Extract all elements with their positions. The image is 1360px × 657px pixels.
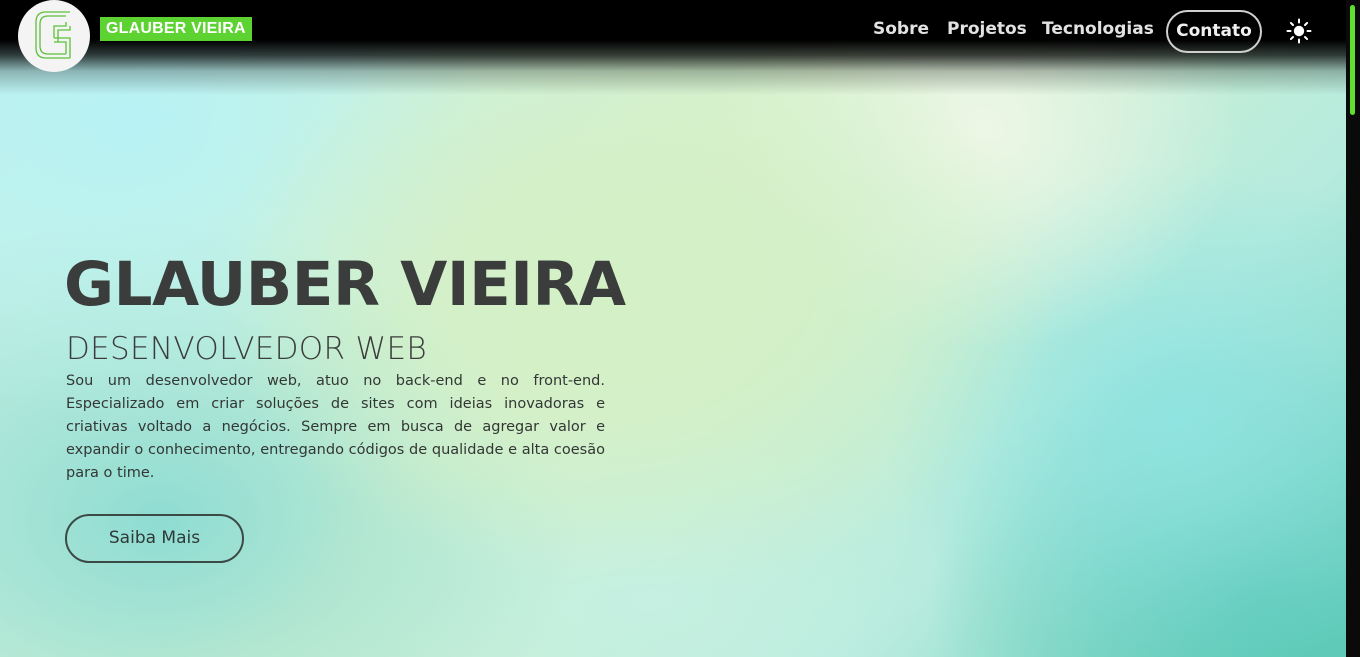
hero-title: GLAUBER VIEIRA [64, 249, 626, 320]
theme-toggle-button[interactable] [1286, 18, 1312, 44]
saiba-mais-button[interactable]: Saiba Mais [65, 514, 244, 563]
header-bar [0, 0, 1346, 95]
brand-name[interactable]: GLAUBER VIEIRA [100, 17, 252, 41]
g-monogram-icon [35, 11, 71, 59]
contact-button[interactable]: Contato [1166, 10, 1262, 53]
scrollbar-thumb[interactable] [1350, 5, 1355, 115]
sun-icon [1286, 18, 1312, 44]
logo[interactable] [18, 0, 90, 72]
nav-item-projetos[interactable]: Projetos [947, 19, 1027, 39]
hero-description: Sou um desenvolvedor web, atuo no back-e… [66, 373, 605, 481]
nav-item-tecnologias[interactable]: Tecnologias [1042, 19, 1154, 39]
nav-item-sobre[interactable]: Sobre [873, 19, 929, 39]
scrollbar[interactable] [1346, 0, 1360, 657]
page: GLAUBER VIEIRA Sobre Projetos Tecnologia… [0, 0, 1360, 657]
hero-subtitle: DESENVOLVEDOR WEB [66, 331, 427, 367]
